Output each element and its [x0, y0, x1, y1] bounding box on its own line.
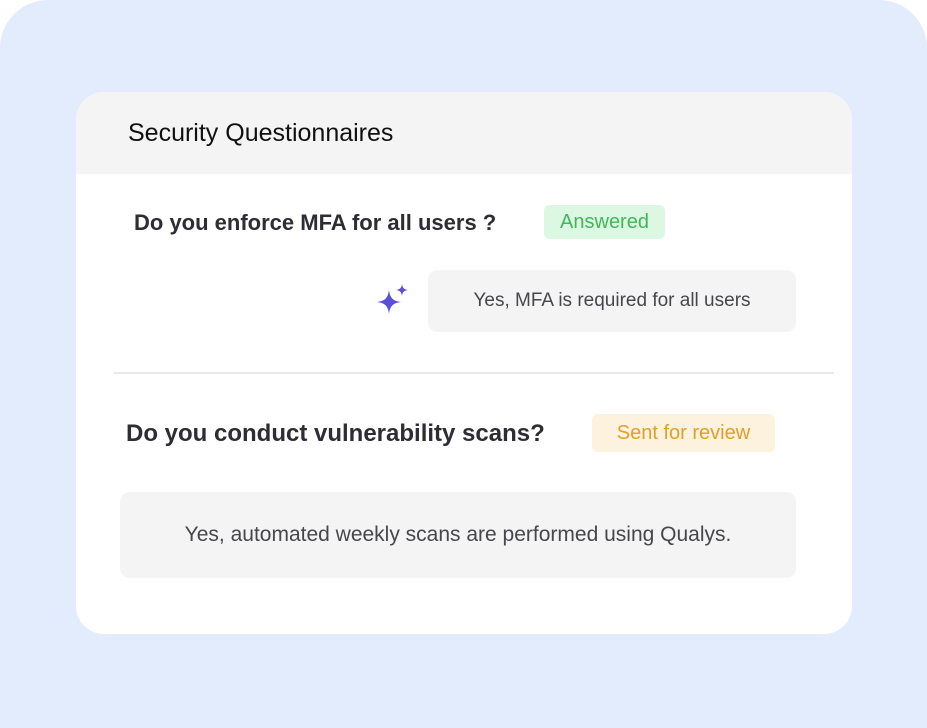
status-badge-sent-for-review: Sent for review	[592, 414, 775, 452]
answer-mfa[interactable]: Yes, MFA is required for all users	[428, 270, 796, 332]
card-title: Security Questionnaires	[128, 119, 394, 147]
security-questionnaire-card: Security Questionnaires Do you enforce M…	[76, 92, 852, 634]
sparkle-icon[interactable]	[376, 284, 410, 318]
status-badge-answered: Answered	[544, 205, 665, 239]
answer-vulnerability-scans[interactable]: Yes, automated weekly scans are performe…	[120, 492, 796, 578]
divider	[114, 372, 834, 374]
question-mfa: Do you enforce MFA for all users ?	[134, 210, 497, 235]
status-badge-label: Sent for review	[616, 422, 751, 444]
status-badge-label: Answered	[560, 211, 649, 233]
card-header: Security Questionnaires	[76, 92, 852, 174]
question-vulnerability-scans: Do you conduct vulnerability scans?	[126, 420, 545, 447]
